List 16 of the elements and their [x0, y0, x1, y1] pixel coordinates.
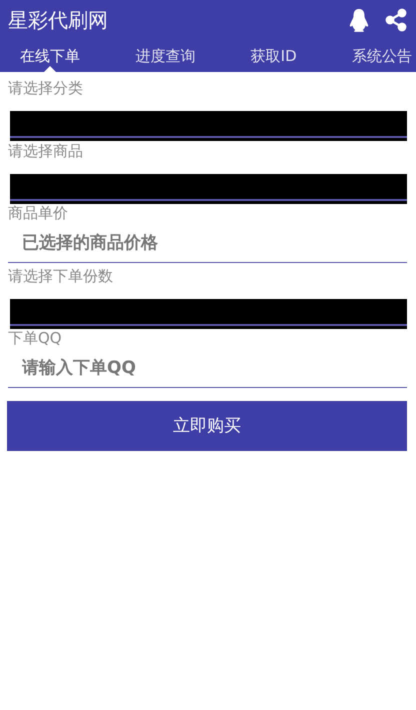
input-field[interactable]: 请输入下单QQ: [8, 348, 407, 388]
field-label: 请选择下单份数: [8, 266, 114, 286]
field-label: 请选择商品: [8, 140, 84, 160]
app-title: 星彩代刷网: [8, 6, 109, 34]
field-label: 下单QQ: [8, 328, 63, 348]
tab[interactable]: 获取ID: [250, 42, 297, 70]
field-label: 商品单价: [8, 203, 69, 223]
tab[interactable]: 系统公告: [352, 42, 412, 70]
tab[interactable]: 进度查询: [135, 42, 196, 70]
share-icon[interactable]: [384, 8, 408, 32]
field-label: 请选择分类: [8, 78, 84, 98]
tab[interactable]: 在线下单: [20, 42, 80, 70]
buy-button[interactable]: 立即购买: [7, 400, 407, 450]
input-field[interactable]: 已选择的商品价格: [8, 223, 407, 263]
tab-indicator: [43, 66, 57, 72]
penguin-icon[interactable]: [348, 8, 370, 32]
